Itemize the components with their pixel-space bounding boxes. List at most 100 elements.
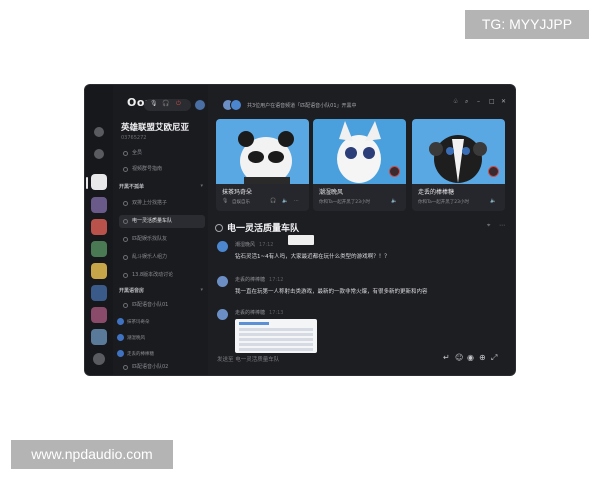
- chat-icon[interactable]: [94, 149, 104, 159]
- group-label: 开黑不孤单: [119, 184, 145, 190]
- watermark-tg: TG: MYYJJPP: [465, 10, 589, 39]
- hangup-icon[interactable]: ⏻: [176, 100, 181, 108]
- voice-member[interactable]: 潮湿晚风: [117, 334, 145, 341]
- selected-indicator: [86, 177, 88, 189]
- channel-label: 匹配语音小队01: [132, 302, 169, 308]
- avatar: [117, 318, 124, 325]
- channel-title-text: 电一灵活质量车队: [227, 224, 300, 234]
- more-icon[interactable]: ⋯: [499, 222, 505, 229]
- chat-channel-title: 电一灵活质量车队: [215, 221, 299, 234]
- message-time: 17:13: [269, 310, 284, 316]
- group-header[interactable]: 开黑语音房 ▾: [119, 287, 205, 294]
- channel-guide[interactable]: 视频群号指南: [119, 163, 205, 176]
- voice-member[interactable]: 走丢的棒棒糖: [117, 350, 154, 357]
- voice-card[interactable]: 走丢的棒棒糖 你和Ta一起开黑了23小时 🔈: [412, 119, 505, 211]
- voice-channel[interactable]: 匹配语音小队02: [119, 361, 205, 374]
- card-status: 你和Ta一起开黑了23小时: [418, 200, 469, 205]
- expand-icon[interactable]: ⤢: [491, 353, 497, 363]
- voice-icon: [123, 303, 128, 308]
- channel-icon: [123, 201, 128, 206]
- send-icon[interactable]: ↵: [443, 353, 450, 362]
- record-icon[interactable]: ◉: [467, 353, 474, 362]
- channel-label: 匹配语音小队02: [132, 364, 169, 370]
- channel-icon: [215, 224, 223, 232]
- message-author[interactable]: 走丢的棒棒糖 17:12: [235, 276, 283, 283]
- server-avatar[interactable]: [91, 329, 107, 345]
- shirt-icon[interactable]: ♧: [453, 98, 458, 105]
- member-name: 潮湿晚风: [127, 336, 145, 341]
- channel-icon: [123, 255, 128, 260]
- server-rail: [85, 85, 113, 375]
- avatar[interactable]: [194, 99, 206, 111]
- minimize-icon[interactable]: –: [477, 98, 480, 105]
- avatar: [230, 99, 242, 111]
- message-text: 钻石灵活1~4有人吗，大家最近都在玩什么类型的游戏啊？！？: [235, 254, 390, 260]
- channel-label: 匹配娱乐找队友: [132, 236, 168, 242]
- voice-channel[interactable]: 匹配语音小队01: [119, 299, 205, 312]
- channel-item[interactable]: 乱斗娱乐人组力: [119, 251, 205, 264]
- server-avatar[interactable]: [91, 263, 107, 279]
- channel-icon: [123, 237, 128, 242]
- avatar-image-panda: [216, 119, 309, 184]
- channel-item-active[interactable]: 电一灵活质量车队: [119, 215, 205, 228]
- close-icon[interactable]: ✕: [501, 98, 506, 105]
- message-time: 17:12: [269, 277, 284, 283]
- channel-label: 双排上分找搭子: [132, 200, 168, 206]
- server-avatar[interactable]: [91, 197, 107, 213]
- server-avatar-current[interactable]: [91, 174, 107, 190]
- card-name: 抹茶玛奇朵: [222, 189, 253, 196]
- volume-icon: 🔈: [391, 198, 398, 204]
- card-status: 你和Ta一起开黑了23小时: [319, 200, 370, 205]
- mic-icon[interactable]: 🎙: [150, 100, 158, 107]
- mute-indicator: [389, 166, 400, 177]
- group-label: 开黑语音房: [119, 288, 145, 294]
- image-header-bar: [239, 322, 269, 325]
- message-input[interactable]: 发送至 电一灵活质量车队: [217, 355, 279, 363]
- voice-card[interactable]: 潮湿晚风 你和Ta一起开黑了23小时 🔈: [313, 119, 406, 211]
- maximize-icon[interactable]: □: [489, 98, 495, 105]
- image-row: [239, 338, 313, 341]
- voice-icon: [123, 365, 128, 370]
- server-avatar[interactable]: [91, 285, 107, 301]
- channel-icon: [123, 151, 128, 156]
- channel-label: 视频群号指南: [132, 166, 163, 172]
- volume-icon: 🔈: [490, 198, 497, 204]
- group-header[interactable]: 开黑不孤单 ▾: [119, 183, 205, 190]
- avatar[interactable]: [217, 309, 228, 320]
- channel-item[interactable]: 匹配娱乐找队友: [119, 233, 205, 246]
- avatar[interactable]: [217, 276, 228, 287]
- channel-item[interactable]: 13.8版本改动讨论: [119, 269, 205, 282]
- headphones-icon[interactable]: 🎧: [162, 100, 169, 107]
- pin-icon[interactable]: ⌖: [487, 222, 490, 230]
- author-name: 走丢的棒棒糖: [235, 310, 266, 316]
- channel-all[interactable]: 全员: [119, 147, 205, 160]
- message-text: 我一直在玩第一人称射击类游戏，最新的一款非常火爆，有很多新的更新和内容: [235, 289, 428, 295]
- top-bar: 🎙 🎧 ⏻ 共3位用户在语音频道「匹配语音小队01」开黑中 ♧ ⌕ – □ ✕: [85, 85, 515, 111]
- server-id: 03765272: [121, 135, 147, 141]
- avatar[interactable]: [217, 241, 228, 252]
- channel-label: 乱斗娱乐人组力: [132, 254, 168, 260]
- channel-item[interactable]: 双排上分找搭子: [119, 197, 205, 210]
- channel-label: 全员: [132, 150, 143, 156]
- server-avatar[interactable]: [91, 241, 107, 257]
- message-composer[interactable]: 发送至 电一灵活质量车队 ↵ ☺ ◉ ⊕ ⤢: [215, 353, 507, 367]
- emoji-icon[interactable]: ☺: [455, 353, 463, 362]
- more-icon[interactable]: ⋯: [294, 198, 299, 204]
- voice-member[interactable]: 抹茶玛奇朵: [117, 318, 150, 325]
- card-status: 自娱自乐: [232, 200, 250, 205]
- voice-card[interactable]: 抹茶玛奇朵 自娱自乐 🎙 🎧 🔈 ⋯: [216, 119, 309, 211]
- message-author[interactable]: 潮湿晚风 17:12: [235, 241, 273, 248]
- server-avatar[interactable]: [91, 219, 107, 235]
- play-icon[interactable]: [94, 127, 104, 137]
- channel-icon: [123, 167, 128, 172]
- server-avatar[interactable]: [91, 307, 107, 323]
- add-server-icon[interactable]: [93, 353, 105, 365]
- channel-panel: Oopz. 英雄联盟艾欧尼亚 03765272 全员 视频群号指南 开黑不孤单▾…: [113, 85, 208, 375]
- plus-icon[interactable]: ⊕: [479, 353, 486, 362]
- message-author[interactable]: 走丢的棒棒糖 17:13: [235, 309, 283, 316]
- server-name[interactable]: 英雄联盟艾欧尼亚: [121, 121, 189, 133]
- message-image-attachment[interactable]: [235, 319, 317, 353]
- image-row: [239, 348, 313, 351]
- voice-controls[interactable]: 🎙 🎧 ⏻: [144, 99, 191, 111]
- search-icon[interactable]: ⌕: [465, 98, 468, 106]
